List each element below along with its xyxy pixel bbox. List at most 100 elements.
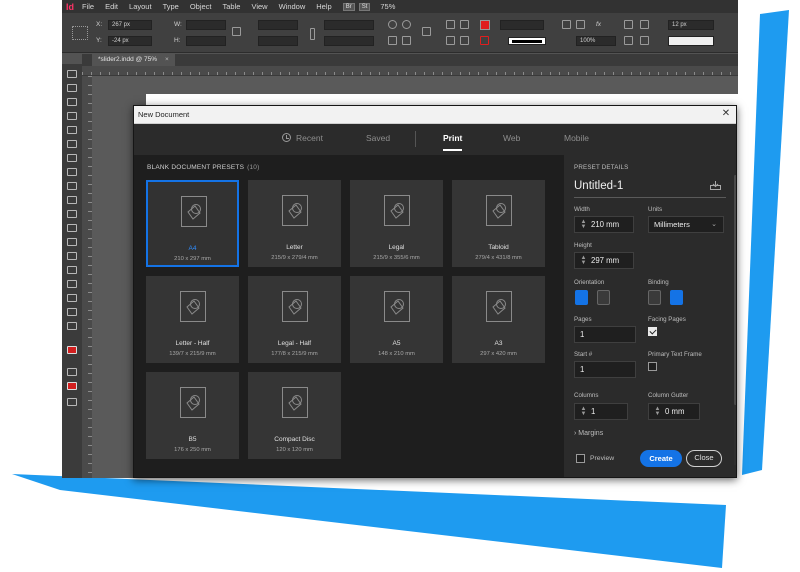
constrain-icon[interactable] bbox=[232, 27, 241, 36]
tab-web[interactable]: Web bbox=[503, 133, 520, 143]
rotate-cw-icon[interactable] bbox=[388, 20, 397, 29]
zoom-level[interactable]: 75% bbox=[380, 2, 395, 11]
document-tab[interactable]: *slider2.indd @ 75% × bbox=[92, 54, 175, 66]
preset-card[interactable]: Compact Disc 120 x 120 mm bbox=[248, 372, 341, 459]
tab-recent[interactable]: Recent bbox=[282, 133, 323, 143]
pencil-tool-icon[interactable] bbox=[67, 182, 77, 190]
menu-help[interactable]: Help bbox=[316, 2, 331, 11]
page-tool-icon[interactable] bbox=[67, 98, 77, 106]
create-button[interactable]: Create bbox=[640, 450, 682, 467]
primary-text-frame-checkbox[interactable] bbox=[648, 362, 657, 371]
font-size-field[interactable]: 12 px bbox=[668, 20, 714, 30]
type-tool-icon[interactable] bbox=[67, 140, 77, 148]
align-icon[interactable] bbox=[624, 36, 633, 45]
eyedropper-tool-icon[interactable] bbox=[67, 294, 77, 302]
scissors-tool-icon[interactable] bbox=[67, 224, 77, 232]
select-next-icon[interactable] bbox=[460, 36, 469, 45]
rotate-ccw-icon[interactable] bbox=[402, 20, 411, 29]
rectangle-tool-icon[interactable] bbox=[67, 210, 77, 218]
width-field[interactable]: ▲ ▼ 210 mm bbox=[574, 216, 634, 233]
line-tool-icon[interactable] bbox=[67, 154, 77, 162]
menu-window[interactable]: Window bbox=[279, 2, 306, 11]
margins-section-toggle[interactable]: › Margins bbox=[574, 430, 603, 437]
height-stepper-icon[interactable]: ▲ ▼ bbox=[580, 255, 587, 266]
hand-tool-icon[interactable] bbox=[67, 308, 77, 316]
tab-saved[interactable]: Saved bbox=[366, 133, 390, 143]
zoom-tool-icon[interactable] bbox=[67, 322, 77, 330]
units-select[interactable]: Millimeters ⌄ bbox=[648, 216, 724, 233]
stock-button[interactable]: St bbox=[358, 2, 371, 11]
frame-fitting-icon[interactable] bbox=[562, 20, 571, 29]
preset-card[interactable]: Letter 215/9 x 279/4 mm bbox=[248, 180, 341, 267]
select-prev-icon[interactable] bbox=[460, 20, 469, 29]
fill-swatch[interactable] bbox=[480, 20, 490, 30]
apply-color-icon[interactable] bbox=[67, 382, 77, 390]
text-wrap-icon[interactable] bbox=[640, 20, 649, 29]
stroke-swatch[interactable] bbox=[480, 36, 489, 45]
gutter-stepper-icon[interactable]: ▲ ▼ bbox=[654, 406, 661, 417]
select-container-icon[interactable] bbox=[446, 20, 455, 29]
menu-edit[interactable]: Edit bbox=[105, 2, 118, 11]
preset-card[interactable]: A5 148 x 210 mm bbox=[350, 276, 443, 363]
fx-icon[interactable]: fx bbox=[596, 21, 601, 28]
y-field[interactable]: -24 px bbox=[108, 36, 152, 46]
right-binding-icon[interactable] bbox=[670, 290, 683, 305]
preset-card[interactable]: Legal - Half 177/8 x 215/9 mm bbox=[248, 276, 341, 363]
preset-card[interactable]: Tabloid 279/4 x 431/8 mm bbox=[452, 180, 545, 267]
preset-card[interactable]: Letter - Half 139/7 x 215/9 mm bbox=[146, 276, 239, 363]
fill-color-icon[interactable] bbox=[67, 346, 77, 354]
scale-y-field[interactable] bbox=[258, 36, 298, 46]
facing-pages-checkbox[interactable] bbox=[648, 327, 657, 336]
shear-field[interactable] bbox=[324, 36, 374, 46]
effects-icon[interactable] bbox=[576, 20, 585, 29]
preview-checkbox[interactable] bbox=[576, 454, 585, 463]
menu-object[interactable]: Object bbox=[190, 2, 212, 11]
gap-tool-icon[interactable] bbox=[67, 112, 77, 120]
flip-h-icon[interactable] bbox=[388, 36, 397, 45]
formatting-icon[interactable] bbox=[67, 368, 77, 376]
document-name[interactable]: Untitled-1 bbox=[574, 180, 623, 192]
screen-mode-icon[interactable] bbox=[67, 398, 77, 406]
landscape-orientation-icon[interactable] bbox=[597, 290, 610, 305]
preset-card[interactable]: A4 210 x 297 mm bbox=[146, 180, 239, 267]
stroke-weight-field[interactable] bbox=[500, 20, 544, 30]
column-gutter-field[interactable]: ▲ ▼ 0 mm bbox=[648, 403, 700, 420]
columns-stepper-icon[interactable]: ▲ ▼ bbox=[580, 406, 587, 417]
wrap-icon[interactable] bbox=[624, 20, 633, 29]
close-button[interactable]: Close bbox=[686, 450, 722, 467]
preset-card[interactable]: B5 176 x 250 mm bbox=[146, 372, 239, 459]
lock-icon[interactable] bbox=[310, 28, 315, 40]
details-scrollbar[interactable] bbox=[734, 175, 736, 405]
width-stepper-icon[interactable]: ▲ ▼ bbox=[580, 219, 587, 230]
p-icon[interactable] bbox=[422, 27, 431, 36]
object-style-icon[interactable] bbox=[640, 36, 649, 45]
start-page-field[interactable]: 1 bbox=[574, 361, 636, 378]
select-content-icon[interactable] bbox=[446, 36, 455, 45]
x-field[interactable]: 267 px bbox=[108, 20, 152, 30]
note-tool-icon[interactable] bbox=[67, 280, 77, 288]
scale-x-field[interactable] bbox=[258, 20, 298, 30]
document-tab-close-icon[interactable]: × bbox=[165, 56, 169, 63]
tab-mobile[interactable]: Mobile bbox=[564, 133, 589, 143]
menu-view[interactable]: View bbox=[251, 2, 267, 11]
opacity-field[interactable]: 100% bbox=[576, 36, 616, 46]
selection-tool-icon[interactable] bbox=[67, 70, 77, 78]
reference-point-icon[interactable] bbox=[72, 26, 88, 40]
flip-v-icon[interactable] bbox=[402, 36, 411, 45]
w-field[interactable] bbox=[186, 20, 226, 30]
preset-card[interactable]: A3 297 x 420 mm bbox=[452, 276, 545, 363]
save-preset-icon[interactable] bbox=[710, 181, 721, 190]
bridge-button[interactable]: Br bbox=[342, 2, 355, 11]
style-field[interactable] bbox=[668, 36, 714, 46]
pen-tool-icon[interactable] bbox=[67, 168, 77, 176]
tab-print[interactable]: Print bbox=[443, 133, 463, 151]
pages-field[interactable]: 1 bbox=[574, 326, 636, 343]
content-collector-icon[interactable] bbox=[67, 126, 77, 134]
gradient-feather-tool-icon[interactable] bbox=[67, 266, 77, 274]
free-transform-tool-icon[interactable] bbox=[67, 238, 77, 246]
gradient-tool-icon[interactable] bbox=[67, 252, 77, 260]
columns-field[interactable]: ▲ ▼ 1 bbox=[574, 403, 628, 420]
preset-card[interactable]: Legal 215/9 x 355/6 mm bbox=[350, 180, 443, 267]
menu-type[interactable]: Type bbox=[163, 2, 179, 11]
menu-table[interactable]: Table bbox=[223, 2, 241, 11]
